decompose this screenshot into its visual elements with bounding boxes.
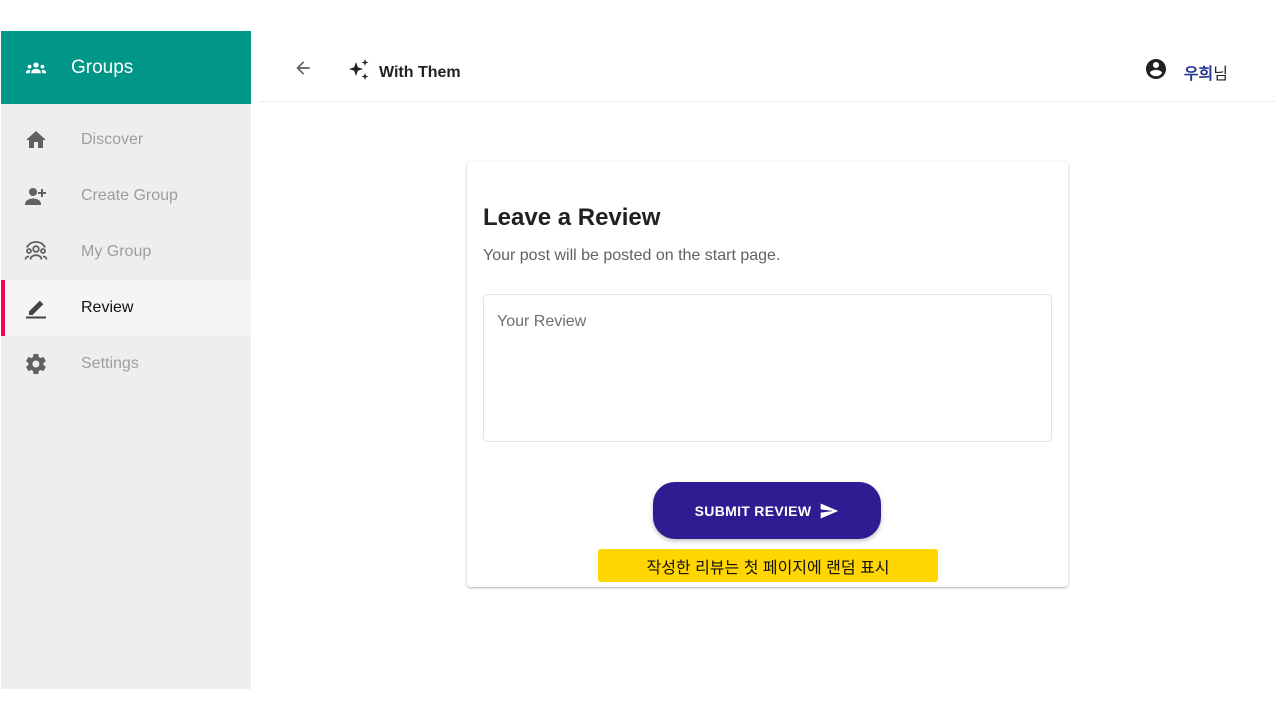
- sidebar-item-label: My Group: [81, 243, 152, 260]
- review-card: Leave a Review Your post will be posted …: [467, 162, 1068, 587]
- sidebar-item-label: Review: [81, 299, 134, 316]
- sidebar-item-label: Discover: [81, 131, 144, 148]
- sidebar-item-settings[interactable]: Settings: [1, 336, 251, 392]
- submit-review-button[interactable]: SUBMIT REVIEW: [653, 482, 881, 539]
- sparkle-icon: [347, 58, 371, 87]
- brand-name: With Them: [379, 63, 461, 81]
- review-input[interactable]: [484, 295, 1051, 441]
- user-name: 우희: [1183, 65, 1214, 83]
- group-icon: [24, 240, 48, 264]
- back-button[interactable]: [289, 57, 317, 83]
- sidebar-item-review[interactable]: Review: [1, 280, 251, 336]
- app-bar: With Them 우희 님: [259, 38, 1276, 102]
- review-field: [483, 294, 1052, 442]
- account-circle-icon: [1144, 57, 1168, 86]
- sidebar-nav: Discover Create Group My Group Review Se…: [1, 112, 251, 392]
- settings-icon: [24, 352, 48, 376]
- sidebar-item-label: Create Group: [81, 187, 178, 204]
- home-icon: [24, 128, 48, 152]
- sidebar-header: Groups: [1, 31, 251, 104]
- review-note-banner: 작성한 리뷰는 첫 페이지에 랜덤 표시: [598, 549, 938, 582]
- sidebar-item-my-group[interactable]: My Group: [1, 224, 251, 280]
- submit-review-label: SUBMIT REVIEW: [694, 502, 812, 519]
- brand[interactable]: With Them: [347, 58, 461, 87]
- page-title: Leave a Review: [483, 204, 661, 231]
- user-honorific: 님: [1213, 65, 1228, 83]
- rate-review-icon: [24, 296, 48, 320]
- sidebar-title: Groups: [71, 56, 134, 78]
- sidebar-item-label: Settings: [81, 355, 139, 372]
- arrow-back-icon: [293, 58, 313, 83]
- sidebar: Groups Discover Create Group My Group Re…: [1, 31, 251, 689]
- send-icon: [819, 501, 839, 521]
- page-subtitle: Your post will be posted on the start pa…: [483, 247, 781, 264]
- user-menu[interactable]: 우희 님: [1144, 57, 1228, 86]
- sidebar-item-discover[interactable]: Discover: [1, 112, 251, 168]
- person-add-icon: [24, 184, 48, 208]
- groups-icon: [24, 56, 48, 80]
- sidebar-item-create-group[interactable]: Create Group: [1, 168, 251, 224]
